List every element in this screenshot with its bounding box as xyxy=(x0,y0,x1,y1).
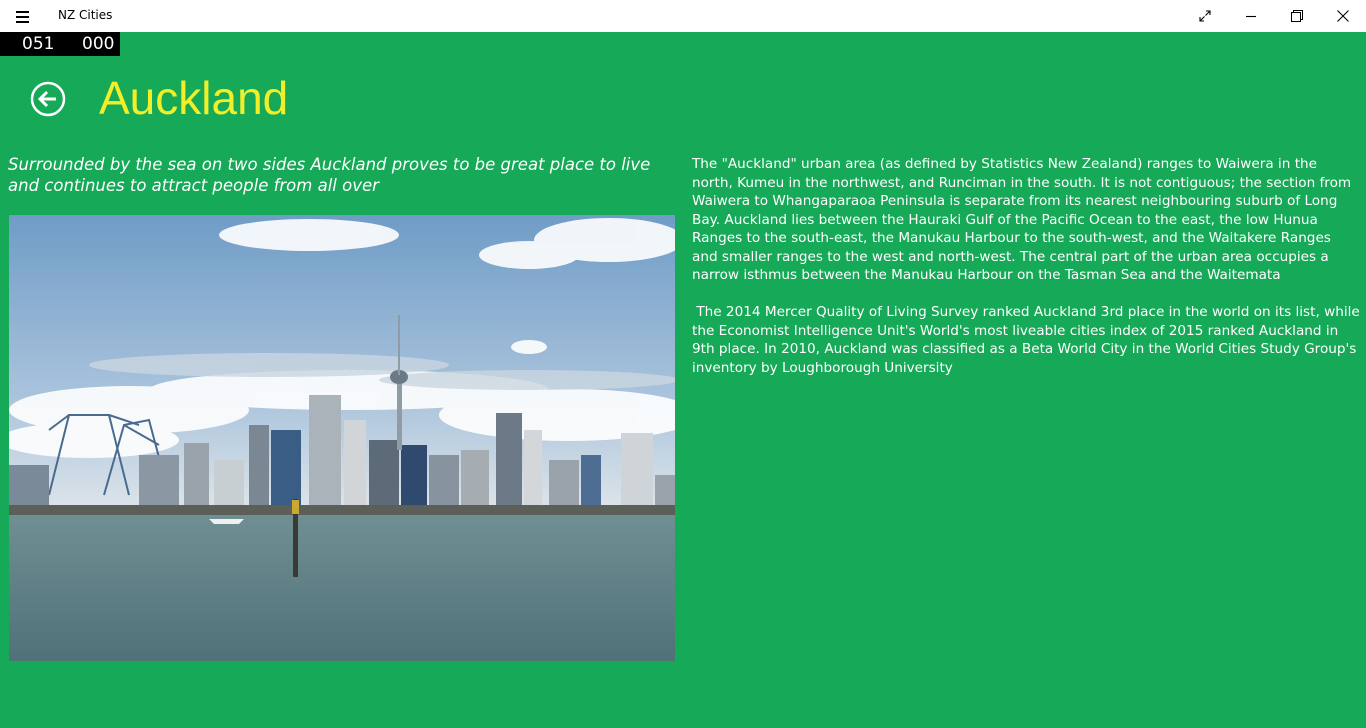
title-bar: NZ Cities xyxy=(0,0,1366,32)
close-icon xyxy=(1337,10,1349,22)
app-title: NZ Cities xyxy=(58,8,113,22)
description-paragraph-1: The "Auckland" urban area (as defined by… xyxy=(692,156,1352,283)
counter-left: 051 xyxy=(22,34,55,54)
minimize-icon xyxy=(1245,15,1256,17)
city-photo xyxy=(9,215,675,661)
restore-button[interactable] xyxy=(1274,0,1320,32)
back-arrow-icon xyxy=(30,81,66,117)
minimize-button[interactable] xyxy=(1228,0,1274,32)
restore-icon xyxy=(1291,10,1303,22)
page-title: Auckland xyxy=(99,72,289,124)
expand-icon xyxy=(1199,10,1211,22)
hamburger-menu-icon[interactable] xyxy=(10,6,36,26)
frame-counter: 051 000 xyxy=(0,32,120,56)
auckland-skyline-image xyxy=(9,215,675,661)
city-subtitle: Surrounded by the sea on two sides Auckl… xyxy=(8,155,651,195)
counter-right: 000 xyxy=(82,34,115,54)
close-button[interactable] xyxy=(1320,0,1366,32)
description-paragraph-2: The 2014 Mercer Quality of Living Survey… xyxy=(692,304,1365,376)
fullscreen-button[interactable] xyxy=(1182,0,1228,32)
back-button[interactable] xyxy=(30,81,66,117)
city-description: The "Auckland" urban area (as defined by… xyxy=(692,155,1360,396)
